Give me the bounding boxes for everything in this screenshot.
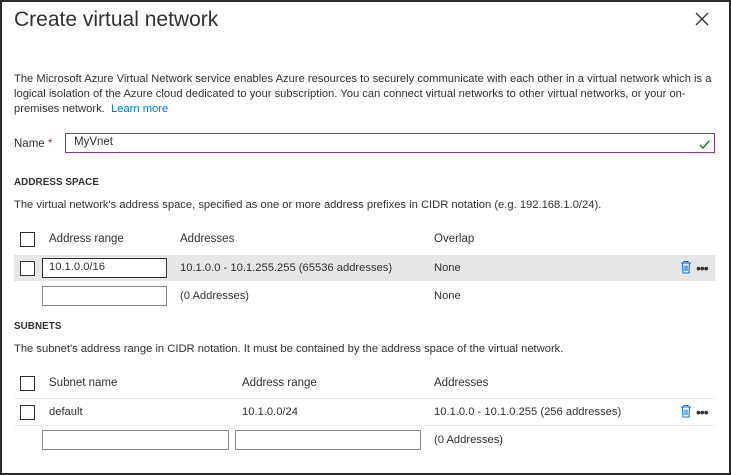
trash-icon[interactable] bbox=[680, 404, 692, 423]
col-addresses: Addresses bbox=[180, 233, 235, 245]
close-icon[interactable] bbox=[695, 12, 711, 28]
col-address-range: Address range bbox=[49, 233, 124, 245]
panel-description: The Microsoft Azure Virtual Network serv… bbox=[14, 72, 714, 117]
subnet-name-cell[interactable]: default bbox=[49, 406, 83, 418]
address-range-field[interactable] bbox=[42, 258, 167, 278]
check-icon bbox=[699, 137, 710, 155]
name-label-text: Name bbox=[14, 138, 45, 150]
select-all-address-checkbox[interactable] bbox=[20, 232, 35, 247]
new-address-addresses-cell: (0 Addresses) bbox=[180, 290, 250, 302]
subnet-row-checkbox[interactable] bbox=[20, 405, 35, 420]
new-subnet-addresses-cell: (0 Addresses) bbox=[434, 434, 504, 446]
select-all-subnets-checkbox[interactable] bbox=[20, 376, 35, 391]
trash-icon[interactable] bbox=[680, 260, 692, 279]
col-subnet-addresses: Addresses bbox=[434, 377, 489, 389]
subnet-addresses-cell: 10.1.0.0 - 10.1.0.255 (256 addresses) bbox=[434, 406, 622, 418]
address-space-heading: ADDRESS SPACE bbox=[14, 177, 99, 188]
new-address-overlap-cell: None bbox=[434, 290, 461, 302]
new-subnet-name-input[interactable] bbox=[49, 433, 207, 445]
learn-more-link[interactable]: Learn more bbox=[111, 103, 168, 115]
new-subnet-range-input[interactable] bbox=[242, 433, 399, 445]
col-subnet-address-range: Address range bbox=[242, 377, 317, 389]
new-subnet-range-field[interactable] bbox=[235, 430, 421, 450]
col-subnet-name: Subnet name bbox=[49, 377, 118, 389]
more-icon[interactable]: ••• bbox=[696, 405, 709, 419]
divider bbox=[14, 398, 715, 399]
divider bbox=[14, 425, 715, 426]
new-address-range-field[interactable] bbox=[42, 286, 167, 306]
new-subnet-name-field[interactable] bbox=[42, 430, 229, 450]
address-row-checkbox[interactable] bbox=[20, 261, 35, 276]
page-title: Create virtual network bbox=[14, 8, 219, 31]
name-label: Name * bbox=[14, 138, 52, 150]
create-vnet-panel: Create virtual network The Microsoft Azu… bbox=[0, 0, 731, 475]
address-overlap-cell: None bbox=[434, 262, 461, 274]
name-input[interactable] bbox=[74, 136, 674, 148]
new-address-range-input[interactable] bbox=[49, 289, 154, 301]
name-field[interactable] bbox=[65, 133, 715, 153]
subnets-heading: SUBNETS bbox=[14, 321, 62, 332]
address-space-description: The virtual network's address space, spe… bbox=[14, 199, 602, 211]
subnet-range-cell: 10.1.0.0/24 bbox=[242, 406, 298, 418]
col-overlap: Overlap bbox=[434, 233, 475, 245]
more-icon[interactable]: ••• bbox=[696, 261, 709, 275]
address-addresses-cell: 10.1.0.0 - 10.1.255.255 (65536 addresses… bbox=[180, 262, 393, 274]
subnets-description: The subnet's address range in CIDR notat… bbox=[14, 343, 564, 355]
required-mark: * bbox=[47, 138, 53, 150]
address-range-input[interactable] bbox=[49, 261, 154, 273]
